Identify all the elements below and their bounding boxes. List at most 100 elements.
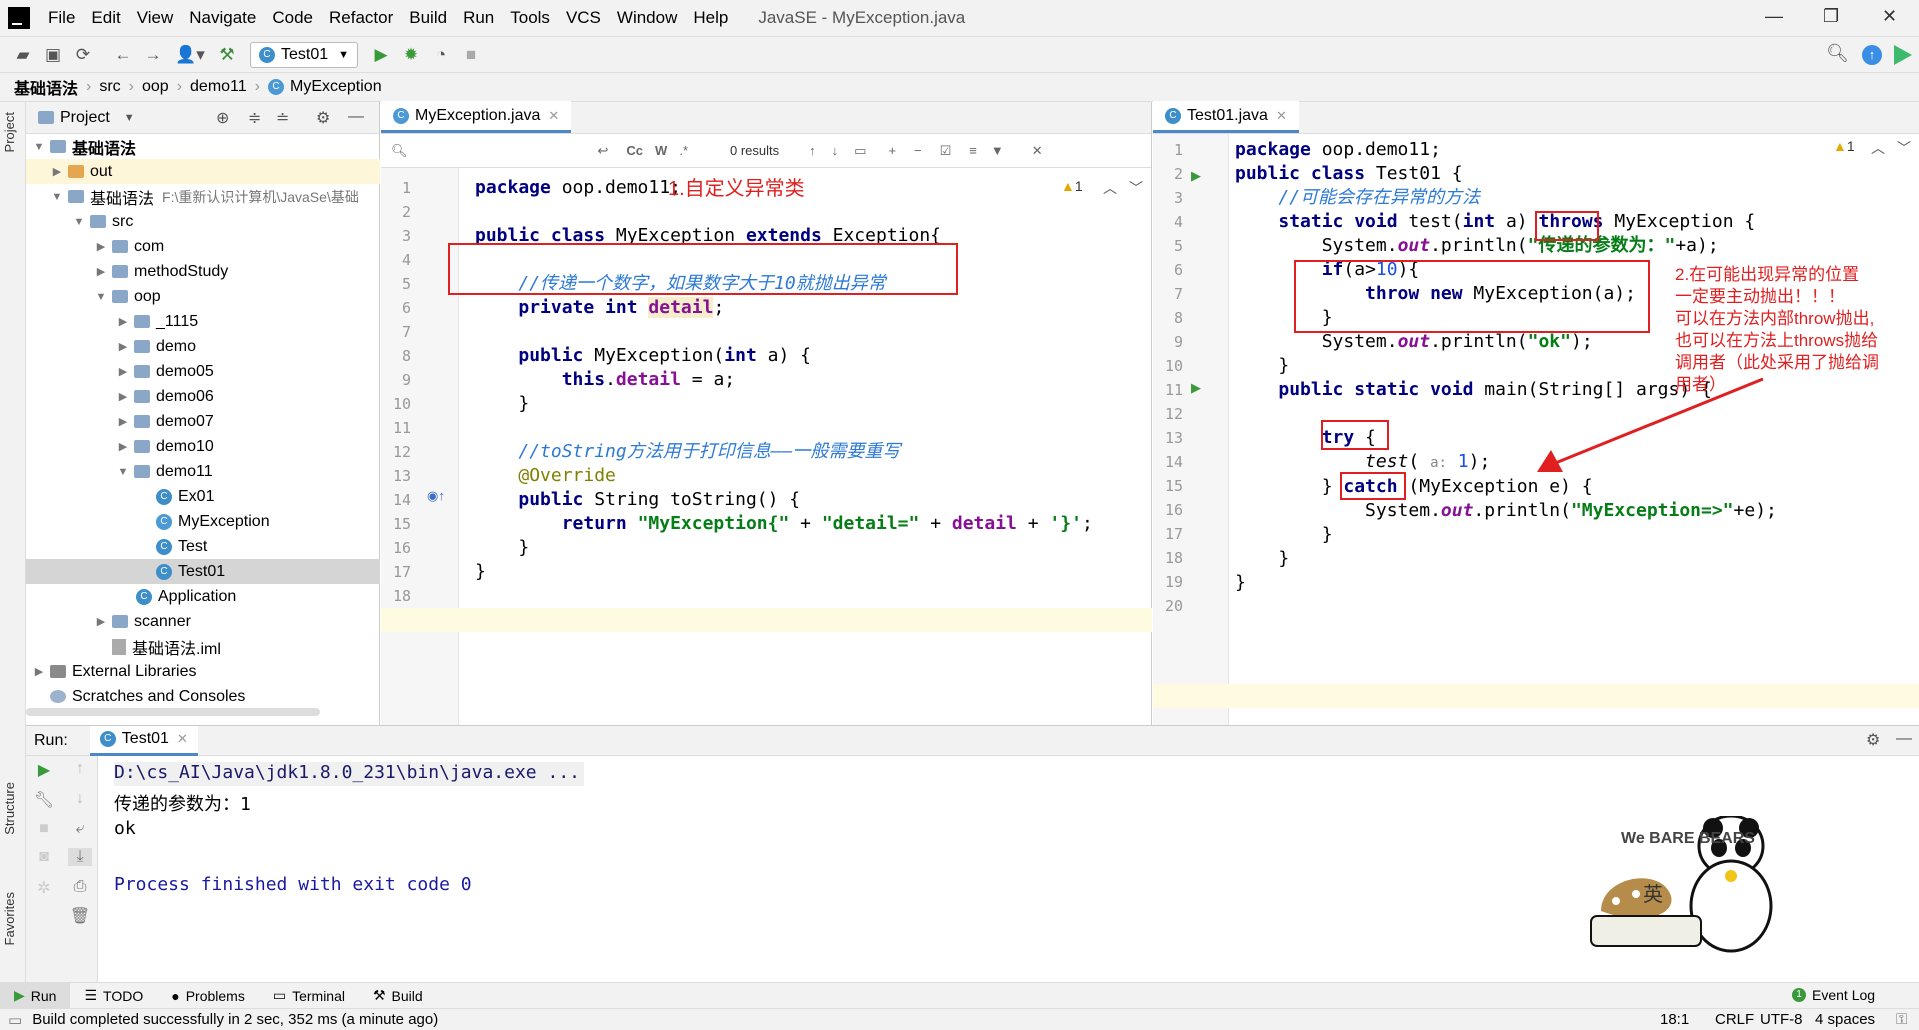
bottom-tab-build[interactable]: ⚒ Build	[359, 987, 437, 1004]
warning-indicator[interactable]: ▲1	[1833, 138, 1855, 154]
menu-tools[interactable]: Tools	[502, 8, 558, 28]
next-occurrence-icon[interactable]: ↓	[832, 143, 839, 158]
bottom-tab-todo[interactable]: ☰ TODO	[70, 987, 157, 1004]
rerun-icon[interactable]: ▶	[32, 760, 56, 780]
bottom-tab-problems[interactable]: ● Problems	[157, 988, 259, 1004]
tree-item[interactable]: C MyException	[26, 509, 380, 534]
settings-icon[interactable]: ✲	[32, 878, 56, 898]
tree-item[interactable]: ▶ demo10	[26, 434, 380, 459]
lock-icon[interactable]: ⚿	[1896, 1011, 1907, 1028]
indent-setting[interactable]: 4 spaces	[1815, 1011, 1875, 1028]
tree-item[interactable]: ▶ demo05	[26, 359, 380, 384]
tree-item[interactable]: C Application	[26, 584, 380, 609]
bottom-tab-terminal[interactable]: ▭ Terminal	[259, 987, 359, 1004]
side-tab-project[interactable]: Project	[2, 112, 17, 152]
gear-icon[interactable]: ⚙	[1866, 730, 1880, 750]
tab-test01[interactable]: C Test01.java ✕	[1153, 101, 1299, 133]
tree-item[interactable]: ▼ 基础语法 F:\重新认识计算机\JavaSe\基础	[26, 184, 380, 209]
gear-icon[interactable]: ⚙	[316, 108, 330, 128]
tree-item[interactable]: ▶ _1115	[26, 309, 380, 334]
build-hammer-icon[interactable]: ⚒	[212, 45, 242, 65]
menu-refactor[interactable]: Refactor	[321, 8, 401, 28]
tree-item[interactable]: ▶ External Libraries	[26, 659, 380, 684]
close-tab-icon[interactable]: ✕	[548, 108, 559, 124]
tree-item[interactable]: ▶ demo	[26, 334, 380, 359]
hide-icon[interactable]: —	[1896, 730, 1912, 748]
menu-run[interactable]: Run	[455, 8, 502, 28]
run-gutter-icon[interactable]: ▶	[1191, 168, 1201, 184]
bottom-tab-run[interactable]: ▶ Run	[0, 982, 71, 1009]
project-title[interactable]: Project	[60, 109, 110, 127]
tree-item[interactable]: ▼ 基础语法	[26, 134, 380, 159]
menu-help[interactable]: Help	[685, 8, 736, 28]
tree-item-selected[interactable]: C Test01	[26, 559, 380, 584]
hide-icon[interactable]: —	[348, 108, 364, 126]
open-folder-icon[interactable]: ▰	[8, 45, 38, 65]
user-icon[interactable]: 👤▾	[168, 45, 212, 65]
run-config-select[interactable]: C Test01 ▼	[250, 41, 359, 68]
breadcrumb-item[interactable]: MyException	[290, 78, 382, 96]
run-gutter-icon[interactable]: ▶	[1191, 380, 1201, 396]
up-icon[interactable]: ↑	[68, 760, 92, 778]
tree-item[interactable]: ▶ scanner	[26, 609, 380, 634]
prev-occurrence-icon[interactable]: ↑	[809, 143, 816, 158]
event-log-button[interactable]: 1 Event Log	[1792, 987, 1875, 1003]
debug-icon[interactable]: ✹	[396, 45, 426, 65]
search-icon[interactable]: 🔍︎	[1826, 43, 1849, 64]
run-tab[interactable]: C Test01 ✕	[89, 725, 198, 756]
tree-item[interactable]: 基础语法.iml	[26, 634, 380, 659]
chevron-down-icon[interactable]: ﹀	[1897, 138, 1911, 158]
close-tab-icon[interactable]: ✕	[177, 731, 188, 747]
replace-icon[interactable]: ↩	[598, 143, 609, 159]
menu-file[interactable]: File	[40, 8, 83, 28]
caret-position[interactable]: 18:1	[1660, 1011, 1689, 1028]
locate-icon[interactable]: ⊕	[216, 108, 229, 128]
select-all-occurrences-icon[interactable]: ☑	[940, 143, 952, 159]
scroll-to-end-icon[interactable]: ⤓	[68, 848, 92, 866]
close-icon[interactable]: ✕	[1882, 6, 1897, 27]
wrench-icon[interactable]: 🔧︎	[32, 790, 56, 810]
tab-myexception[interactable]: C MyException.java ✕	[381, 101, 572, 133]
code-text[interactable]: package oop.demo11; public class MyExcep…	[475, 176, 1093, 584]
camera-icon[interactable]: ◙	[32, 848, 56, 866]
chevron-up-icon[interactable]: ︿	[1103, 178, 1117, 198]
breadcrumb-item[interactable]: src	[99, 78, 120, 96]
coverage-icon[interactable]: ◔	[426, 45, 456, 65]
menu-build[interactable]: Build	[401, 8, 455, 28]
collapse-all-icon[interactable]: ≐	[276, 108, 289, 128]
tree-item[interactable]: ▶ demo07	[26, 409, 380, 434]
breadcrumb-item[interactable]: oop	[142, 78, 169, 96]
tree-item[interactable]: ▶ demo06	[26, 384, 380, 409]
status-icon[interactable]: ▭	[8, 1011, 22, 1029]
tree-item[interactable]: ▼ oop	[26, 284, 380, 309]
file-encoding[interactable]: UTF-8	[1760, 1011, 1803, 1028]
horizontal-scrollbar[interactable]	[26, 708, 320, 716]
minimize-icon[interactable]: —	[1765, 6, 1783, 27]
sync-icon[interactable]: ⟳	[68, 45, 98, 65]
expand-all-icon[interactable]: ≑	[248, 108, 261, 128]
code-area[interactable]: 1 2 3 4 5 6 7 8 9 10 11 12 13 14 15 16 17 18 19 20 ▶ ▶ pack…	[1153, 134, 1919, 725]
menu-vcs[interactable]: VCS	[558, 8, 609, 28]
chevron-up-icon[interactable]: ︿	[1871, 138, 1885, 158]
forward-icon[interactable]: →	[138, 45, 168, 65]
regex-toggle[interactable]: .*	[679, 143, 688, 158]
tree-item[interactable]: ▶ com	[26, 234, 380, 259]
menu-navigate[interactable]: Navigate	[181, 8, 264, 28]
tree-item[interactable]: ▼ demo11	[26, 459, 380, 484]
soft-wrap-icon[interactable]: ⤶	[68, 820, 92, 838]
chevron-down-icon[interactable]: ▼	[124, 112, 135, 124]
remove-selection-icon[interactable]: −	[914, 143, 922, 158]
breadcrumb-item[interactable]: demo11	[190, 78, 247, 96]
filter-icon[interactable]: ≡	[969, 143, 977, 158]
tree-item[interactable]: C Test	[26, 534, 380, 559]
side-tab-structure[interactable]: Structure	[2, 782, 17, 835]
words-toggle[interactable]: W	[655, 143, 667, 158]
save-icon[interactable]: ▣	[38, 45, 68, 65]
warning-indicator[interactable]: ▲1	[1061, 178, 1083, 194]
funnel-icon[interactable]: ▼	[991, 143, 1004, 158]
back-icon[interactable]: ←	[108, 45, 138, 65]
select-all-icon[interactable]: ▭	[854, 143, 866, 159]
tree-item[interactable]: ▶ out	[26, 159, 380, 184]
add-selection-icon[interactable]: +	[888, 143, 896, 158]
tree-item[interactable]: ▶ methodStudy	[26, 259, 380, 284]
